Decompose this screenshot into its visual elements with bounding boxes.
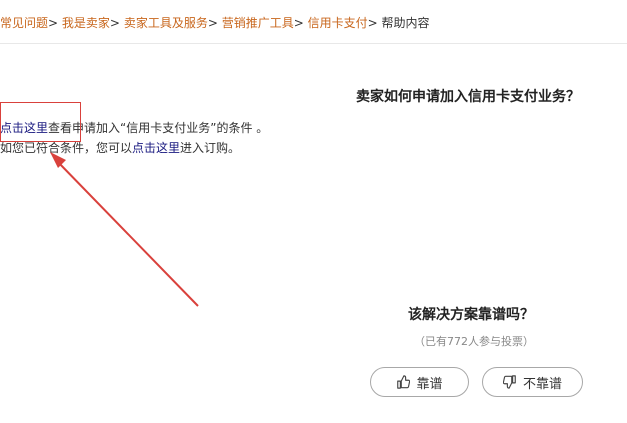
- vote-helpful-label: 靠谱: [416, 376, 443, 392]
- breadcrumb-separator: >: [293, 16, 304, 30]
- breadcrumb-separator: >: [48, 16, 59, 30]
- breadcrumb-item-credit-card[interactable]: 信用卡支付: [308, 16, 368, 30]
- breadcrumb-current: 帮助内容: [381, 16, 430, 30]
- thumbs-up-icon: [396, 375, 411, 389]
- answer-line-1-text: 查看申请加入“信用卡支付业务”的条件 。: [48, 121, 269, 135]
- breadcrumb-item-faq[interactable]: 常见问题: [0, 16, 48, 30]
- answer-line-2: 如您已符合条件，您可以点击这里进入订购。: [0, 138, 268, 158]
- vote-count: （已有772人参与投票）: [414, 335, 534, 348]
- vote-unhelpful-button[interactable]: 不靠谱: [482, 367, 583, 397]
- vote-unhelpful-label: 不靠谱: [522, 376, 562, 392]
- vote-title: 该解决方案靠谱吗？: [408, 307, 534, 323]
- breadcrumb-separator: >: [367, 16, 378, 30]
- breadcrumb-separator: >: [109, 16, 120, 30]
- header-divider: [0, 43, 627, 44]
- question-title: 卖家如何申请加入信用卡支付业务？: [356, 89, 580, 105]
- breadcrumb-item-marketing-tools[interactable]: 营销推广工具: [222, 16, 294, 30]
- answer-body: 点击这里查看申请加入“信用卡支付业务”的条件 。 如您已符合条件，您可以点击这里…: [0, 118, 268, 158]
- breadcrumb-item-seller[interactable]: 我是卖家: [62, 16, 110, 30]
- breadcrumb-item-seller-tools[interactable]: 卖家工具及服务: [124, 16, 208, 30]
- answer-line-1: 点击这里查看申请加入“信用卡支付业务”的条件 。: [0, 118, 268, 138]
- conditions-link[interactable]: 点击这里: [0, 121, 48, 135]
- breadcrumb-separator: >: [207, 16, 218, 30]
- answer-line-2-suffix: 进入订购。: [180, 141, 241, 155]
- breadcrumb: 常见问题> 我是卖家> 卖家工具及服务> 营销推广工具> 信用卡支付> 帮助内容: [0, 14, 430, 31]
- thumbs-down-icon: [502, 375, 517, 389]
- answer-line-2-prefix: 如您已符合条件，您可以: [0, 141, 133, 155]
- vote-helpful-button[interactable]: 靠谱: [370, 367, 469, 397]
- subscribe-link[interactable]: 点击这里: [132, 141, 180, 155]
- annotation-arrow: [50, 152, 199, 307]
